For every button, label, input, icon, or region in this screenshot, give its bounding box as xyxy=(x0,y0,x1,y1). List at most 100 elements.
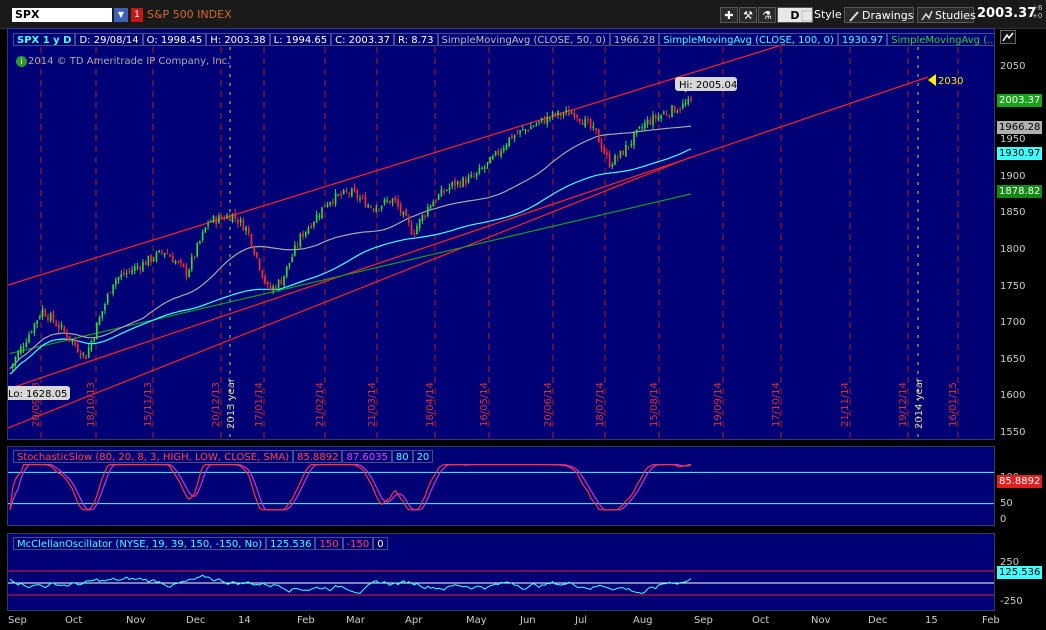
time-axis-label: Oct xyxy=(752,615,770,626)
flask-icon[interactable]: ⚗ xyxy=(758,7,776,23)
stochastic-label[interactable]: StochasticSlow (80, 20, 8, 3, HIGH, LOW,… xyxy=(13,450,294,463)
candle-body xyxy=(272,286,274,291)
mcclellan-lower: -150 xyxy=(342,537,374,550)
candle-body xyxy=(237,220,239,224)
mc-axis-minus250: -250 xyxy=(1000,596,1023,607)
candle-body xyxy=(402,211,405,216)
target-label: 2030 xyxy=(938,76,963,87)
studies-icon xyxy=(921,10,933,21)
date-label: 18/07/14 xyxy=(595,382,606,427)
candle-body xyxy=(608,153,611,168)
candle-body xyxy=(177,261,180,263)
candle-body xyxy=(85,354,87,360)
time-axis-label: Aug xyxy=(633,615,653,626)
candle-body xyxy=(451,181,454,187)
price-chart-pane[interactable]: 20/09/13 18/10/13 15/11/13 20/12/13 17/01/14… xyxy=(7,28,995,440)
candle-body xyxy=(464,178,467,185)
info-high: H: 2003.38 xyxy=(206,33,270,46)
time-axis-label: Nov xyxy=(811,615,831,626)
candle-body xyxy=(505,144,508,150)
price-scale[interactable]: 2050200019501900185018001750170016501600… xyxy=(996,28,1046,440)
candle-body xyxy=(429,205,432,209)
date-label: 21/11/14 xyxy=(840,382,851,427)
hi-label-group: Hi: 2005.04 xyxy=(675,77,737,93)
candle-body xyxy=(318,216,321,218)
candle-body xyxy=(668,115,671,117)
price-axis-tick: 1850 xyxy=(1000,207,1026,219)
sma50-line xyxy=(9,125,692,369)
symbol-link-badge[interactable]: 1 xyxy=(131,8,143,22)
candle-body xyxy=(128,270,131,272)
candle-body xyxy=(508,137,511,147)
candle-body xyxy=(22,346,25,349)
info-symbol-period[interactable]: SPX 1 y D xyxy=(13,33,76,46)
candle-body xyxy=(47,316,49,320)
stochastic-d-value: 87.6035 xyxy=(342,450,392,463)
candle-body xyxy=(87,347,90,358)
candle-body xyxy=(228,215,231,221)
sma50-label[interactable]: SimpleMovingAvg (CLOSE, 50, 0) xyxy=(437,33,610,46)
candle-body xyxy=(185,265,188,277)
info-date: D: 29/08/14 xyxy=(75,33,143,46)
stochastic-current-label: 85.8892 xyxy=(997,475,1043,488)
mcclellan-upper: 150 xyxy=(315,537,343,550)
candle-body xyxy=(570,112,573,114)
candle-body xyxy=(584,118,586,127)
time-axis-label: Dec xyxy=(868,615,888,626)
candle-body xyxy=(519,130,521,134)
candle-body xyxy=(421,214,424,222)
candle-body xyxy=(280,280,283,285)
date-label: 17/10/14 xyxy=(771,382,782,427)
stochastic-pane[interactable]: StochasticSlow (80, 20, 8, 3, HIGH, LOW,… xyxy=(7,446,995,526)
sma200-label[interactable]: SimpleMovingAvg (... xyxy=(887,33,994,46)
sma100-line xyxy=(9,148,692,375)
stochastic-scale[interactable]: 100 50 0 85.8892 xyxy=(996,446,1046,526)
candle-body xyxy=(446,190,448,192)
candle-body xyxy=(616,157,619,159)
channel-mid-line xyxy=(8,76,929,390)
candle-body xyxy=(337,194,340,196)
candle-body xyxy=(277,279,280,289)
candle-body xyxy=(247,228,250,233)
candle-body xyxy=(657,116,660,121)
style-icon xyxy=(801,10,813,22)
candle-body xyxy=(313,222,315,227)
candle-body xyxy=(93,337,95,342)
info-icon[interactable]: i xyxy=(16,56,27,67)
candle-body xyxy=(473,176,475,178)
sma100-label[interactable]: SimpleMovingAvg (CLOSE, 100, 0) xyxy=(659,33,838,46)
mcclellan-line xyxy=(9,574,692,595)
price-chart-svg[interactable]: 20/09/13 18/10/13 15/11/13 20/12/13 17/01/14… xyxy=(8,29,995,440)
price-axis-tick: 1950 xyxy=(1000,134,1026,146)
wrench-icon[interactable]: ⚒ xyxy=(739,7,757,23)
candle-body xyxy=(285,266,288,277)
candle-body xyxy=(372,209,375,211)
candle-body xyxy=(226,215,228,219)
crosshair-tool-icon[interactable]: ✚ xyxy=(720,7,738,23)
candle-body xyxy=(28,334,30,343)
mcclellan-label[interactable]: McClellanOscillator (NYSE, 19, 39, 150, … xyxy=(13,537,267,550)
symbol-dropdown-icon[interactable]: ▼ xyxy=(114,8,128,22)
candle-body xyxy=(204,227,207,233)
candle-body xyxy=(397,199,399,207)
candle-body xyxy=(502,148,505,151)
candle-body xyxy=(139,267,142,270)
candle-body xyxy=(690,97,692,101)
candle-body xyxy=(408,217,410,223)
candle-body xyxy=(291,256,293,263)
candle-body xyxy=(475,172,478,177)
candle-body xyxy=(638,126,641,129)
candle-body xyxy=(98,317,101,325)
candle-body xyxy=(299,234,302,247)
candle-body xyxy=(532,126,535,128)
candle-body xyxy=(133,266,136,271)
candle-body xyxy=(25,342,28,348)
candle-body xyxy=(131,270,133,273)
symbol-input[interactable]: SPX xyxy=(12,8,112,22)
mcclellan-pane[interactable]: McClellanOscillator (NYSE, 19, 39, 150, … xyxy=(7,533,995,611)
candle-body xyxy=(456,181,459,185)
candle-body xyxy=(410,223,413,235)
mcclellan-scale[interactable]: 250 -250 125.536 xyxy=(996,533,1046,611)
time-axis[interactable]: Sep Oct Nov Dec 14 Feb Mar Apr May Jun Jul Aug Sep Oc… xyxy=(0,612,1046,630)
candle-body xyxy=(494,151,497,156)
